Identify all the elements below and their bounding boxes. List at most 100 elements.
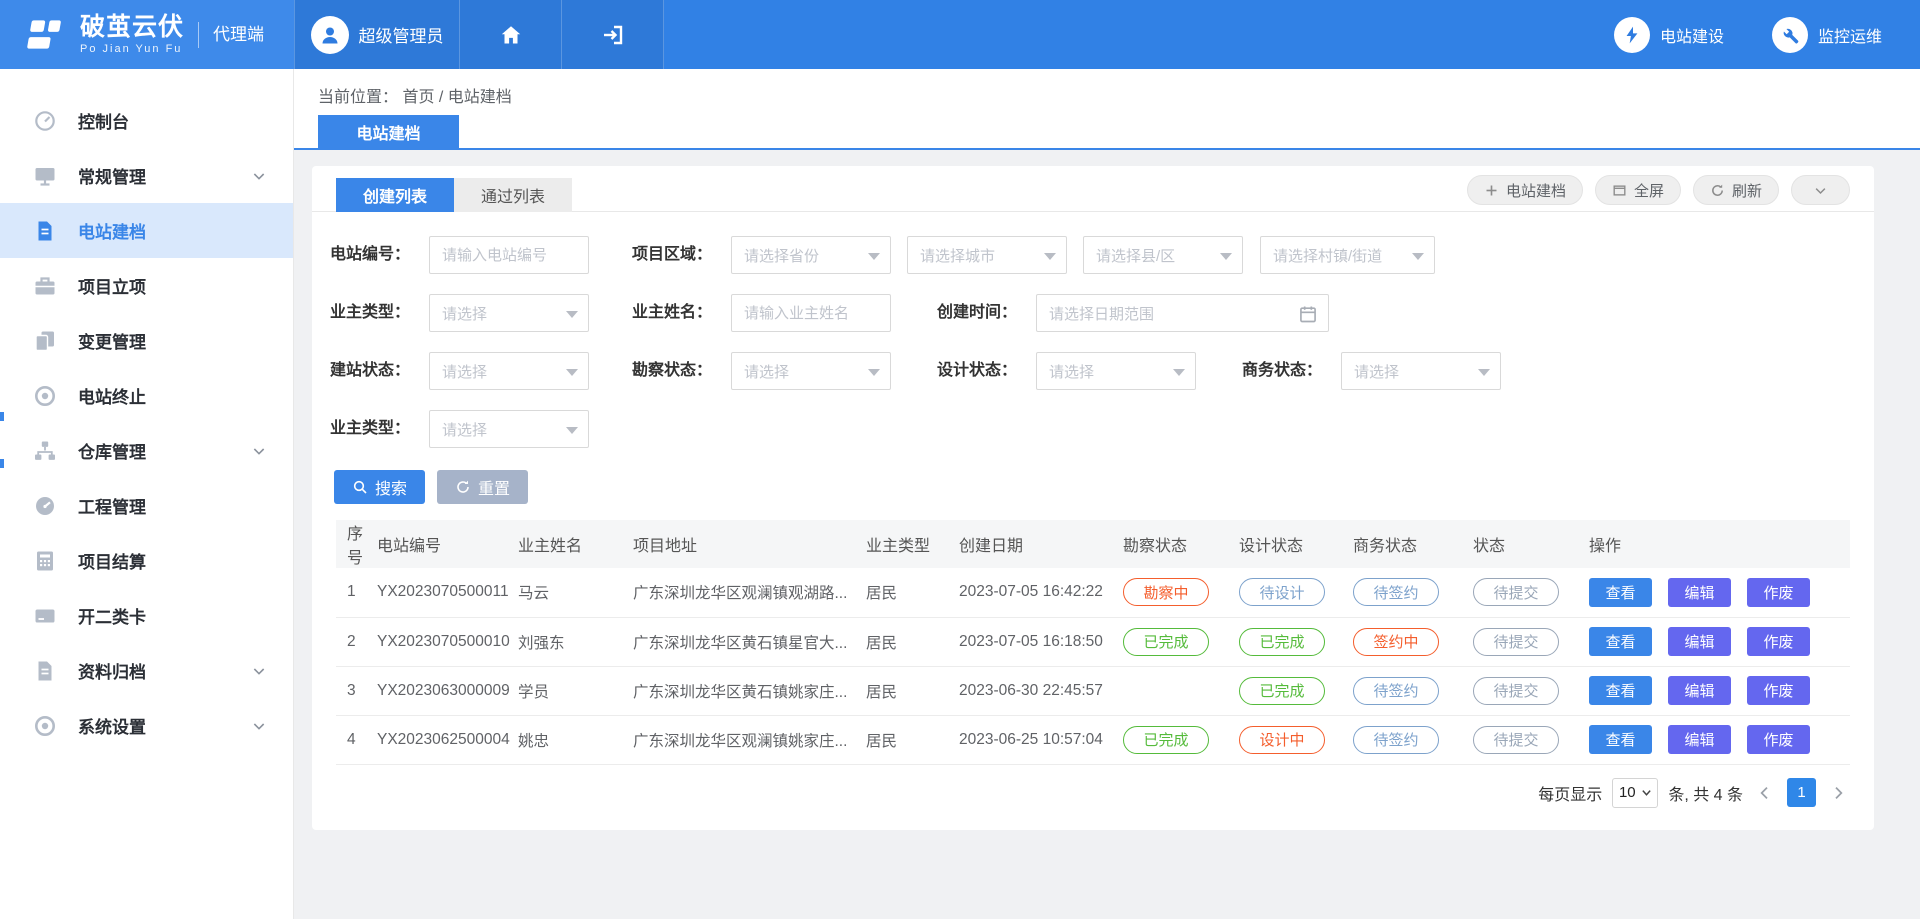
refresh-button[interactable]: 刷新 [1693,175,1779,205]
sidebar-item-station-stop[interactable]: 电站终止 [0,368,293,423]
sidebar-item-general-mgmt[interactable]: 常规管理 [0,148,293,203]
collapse-button[interactable] [1791,175,1850,205]
table-row: 2YX2023070500010刘强东广东深圳龙华区黄石镇星官大...居民202… [336,617,1850,666]
table-row: 1YX2023070500011马云广东深圳龙华区观澜镇观湖路...居民2023… [336,568,1850,617]
create-time-daterange[interactable]: 请选择日期范围 [1036,294,1329,332]
view-button[interactable]: 查看 [1589,676,1652,705]
search-icon [352,479,368,495]
owner-name-label: 业主姓名： [602,294,712,332]
survey-status-select[interactable]: 请选择 [731,352,891,390]
col-header: 项目地址 [633,520,866,568]
sidebar-item-system-settings[interactable]: 系统设置 [0,698,293,753]
col-header: 电站编号 [377,520,518,568]
sitemap-icon [33,439,57,463]
view-button[interactable]: 查看 [1589,627,1652,656]
status-pill: 待提交 [1473,628,1559,656]
cell-station-code: YX2023062500004 [377,715,518,764]
owner-type-label: 业主类型： [320,294,410,332]
chevron-down-icon [566,311,578,318]
sidebar-item-station-file[interactable]: 电站建档 [0,203,293,258]
prev-page-button[interactable] [1753,778,1777,808]
nav-station-build[interactable]: 电站建设 [1614,17,1724,53]
filter-panel: 电站编号：项目区域：请选择省份请选择城市请选择县/区请选择村镇/街道业主类型：请… [312,236,1874,448]
user-menu[interactable]: 超级管理员 [294,0,460,69]
page-tab-station-file[interactable]: 电站建档 [318,115,459,148]
sidebar-item-archive[interactable]: 资料归档 [0,643,293,698]
province-label: 项目区域： [602,236,712,274]
sidebar-item-warehouse-mgmt[interactable]: 仓库管理 [0,423,293,478]
cell-owner-type: 居民 [866,715,959,764]
tab-create-list[interactable]: 创建列表 [336,178,454,212]
plus-icon [1484,183,1499,198]
cell-created: 2023-07-05 16:42:22 [959,568,1123,617]
void-button[interactable]: 作废 [1747,627,1810,656]
nav-monitor-ops[interactable]: 监控运维 [1772,17,1882,53]
sidebar-item-console[interactable]: 控制台 [0,93,293,148]
survey-status-label: 勘察状态： [602,352,712,390]
home-icon [499,23,523,47]
sidebar-item-change-mgmt[interactable]: 变更管理 [0,313,293,368]
cell-owner-type: 居民 [866,617,959,666]
business-status-select[interactable]: 请选择 [1341,352,1501,390]
search-button-label: 搜索 [375,475,407,499]
survey-status-pill: 已完成 [1123,726,1209,754]
design-status-select[interactable]: 请选择 [1036,352,1196,390]
survey-status-pill: 已完成 [1123,628,1209,656]
edit-button[interactable]: 编辑 [1668,578,1731,607]
col-header: 设计状态 [1239,520,1353,568]
business-status-pill: 待签约 [1353,726,1439,754]
province-placeholder: 请选择省份 [744,245,819,266]
void-button[interactable]: 作废 [1747,578,1810,607]
breadcrumb-path: 首页 / 电站建档 [402,89,511,106]
sidebar-item-project-init[interactable]: 项目立项 [0,258,293,313]
station-no-input[interactable] [429,236,589,274]
tab-passed-list[interactable]: 通过列表 [454,178,572,212]
table-row: 3YX2023063000009学员广东深圳龙华区黄石镇姚家庄...居民2023… [336,666,1850,715]
view-button[interactable]: 查看 [1589,578,1652,607]
sidebar-item-engineering[interactable]: 工程管理 [0,478,293,533]
chevron-down-icon [566,369,578,376]
search-button[interactable]: 搜索 [334,470,425,504]
owner-type-select[interactable]: 请选择 [429,294,589,332]
home-button[interactable] [460,0,562,69]
owner-type-2-select[interactable]: 请选择 [429,410,589,448]
add-station-button[interactable]: 电站建档 [1467,175,1583,205]
sidebar-item-type2-card[interactable]: 开二类卡 [0,588,293,643]
city-select[interactable]: 请选择城市 [907,236,1067,274]
lightning-icon-circle [1614,17,1650,53]
cell-owner-type: 居民 [866,568,959,617]
cell-station-code: YX2023063000009 [377,666,518,715]
province-select[interactable]: 请选择省份 [731,236,891,274]
per-page-select[interactable]: 10 [1612,778,1658,808]
fullscreen-button[interactable]: 全屏 [1595,175,1681,205]
sidebar-item-label: 项目结算 [78,548,146,573]
status-pill: 待提交 [1473,677,1559,705]
cell-owner-name: 学员 [518,666,633,715]
town-select[interactable]: 请选择村镇/街道 [1260,236,1435,274]
chevron-down-icon [1220,253,1232,260]
sidebar-item-settlement[interactable]: 项目结算 [0,533,293,588]
sidebar-scroll-tick [0,412,4,421]
next-page-button[interactable] [1826,778,1850,808]
survey-status-placeholder: 请选择 [744,361,789,382]
void-button[interactable]: 作废 [1747,676,1810,705]
void-button[interactable]: 作废 [1747,725,1810,754]
edit-button[interactable]: 编辑 [1668,627,1731,656]
county-select[interactable]: 请选择县/区 [1083,236,1243,274]
edit-button[interactable]: 编辑 [1668,725,1731,754]
sidebar-item-label: 项目立项 [78,273,146,298]
view-button[interactable]: 查看 [1589,725,1652,754]
edit-button[interactable]: 编辑 [1668,676,1731,705]
build-status-select[interactable]: 请选择 [429,352,589,390]
brand-logo-icon [22,15,68,55]
owner-name-input[interactable] [731,294,891,332]
top-header: 破茧云伏 Po Jian Yun Fu 代理端 超级管理员 电站建设监控运维 [0,0,1920,69]
reset-button[interactable]: 重置 [437,470,528,504]
person-icon [318,23,342,47]
cell-index: 2 [336,617,377,666]
logout-button[interactable] [562,0,664,69]
calendar-icon [1298,304,1318,324]
page-number-button[interactable]: 1 [1787,778,1816,807]
cell-owner-name: 马云 [518,568,633,617]
chevron-down-icon [868,253,880,260]
